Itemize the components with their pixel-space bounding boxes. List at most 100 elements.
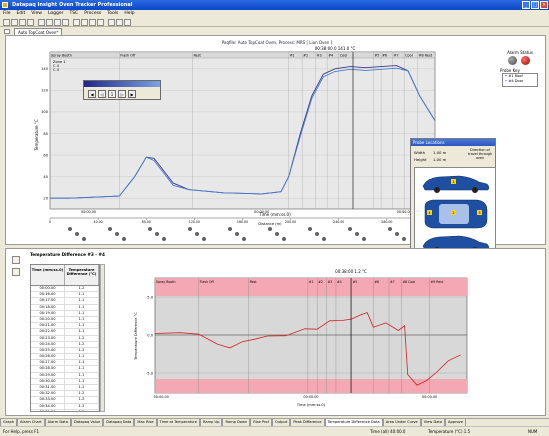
bottom-tab[interactable]: Area Under Curve xyxy=(382,419,421,426)
menu-edit[interactable]: Edit xyxy=(14,10,29,18)
alarm-light-grey xyxy=(508,56,517,65)
measure-icon[interactable] xyxy=(81,19,88,26)
probe-key-item[interactable]: ━ #4 Door xyxy=(505,79,537,84)
menu-tsc[interactable]: TSC xyxy=(66,10,81,18)
report-icon[interactable] xyxy=(89,19,96,26)
bottom-tab[interactable]: Approve xyxy=(445,419,467,426)
cell-diff: 1.2 xyxy=(65,397,99,403)
probe-icon[interactable] xyxy=(108,19,115,26)
logger-icon[interactable] xyxy=(46,19,53,26)
bottom-tab-bar: Graph Alarm Chart Alarm Data Datapaq Value D… xyxy=(0,418,549,426)
col-header-diff[interactable]: Temperature Difference (°C) xyxy=(65,265,99,285)
zone-label: Cool xyxy=(405,54,413,58)
zone-label: Cool xyxy=(340,54,348,58)
zone-label: Rest xyxy=(250,280,258,284)
cell-diff: 1.1 xyxy=(65,292,99,298)
open-icon[interactable] xyxy=(11,19,18,26)
cell-diff: 1.2 xyxy=(65,286,99,292)
distance-label: Distance (m) xyxy=(258,222,282,226)
bottom-tab[interactable]: Max Rise xyxy=(134,419,157,426)
menu-help[interactable]: Help xyxy=(121,10,137,18)
download-icon[interactable] xyxy=(38,19,45,26)
cell-diff: 1.2 xyxy=(65,391,99,397)
bottom-tab[interactable]: Peak Difference xyxy=(290,419,325,426)
bottom-tab[interactable]: Ramp Down xyxy=(222,419,251,426)
cell-time: 00:33.00 xyxy=(31,397,65,403)
navigation-toolbox: ◀ ◁ 1 ▷ ▶ xyxy=(83,80,161,100)
cell-diff: 1.2 xyxy=(65,385,99,391)
menu-process[interactable]: Process xyxy=(81,10,104,18)
next-button[interactable]: ▷ xyxy=(118,90,126,98)
probe-marker-dot xyxy=(362,237,366,241)
table-row[interactable]: 00:35.00 1.2 xyxy=(31,409,99,411)
chart-icon[interactable] xyxy=(54,19,61,26)
col-header-time[interactable]: Time (mm:ss.0) xyxy=(31,265,65,285)
x-tick-label: 00:00.00 xyxy=(422,395,437,399)
top-xlabel: Time (mm:ss.0) xyxy=(258,212,291,217)
settings-icon[interactable] xyxy=(97,19,104,26)
probe-marker-dot xyxy=(148,227,152,231)
bottom-tab[interactable]: Alarm Chart xyxy=(17,419,45,426)
distance-tick-label: 120.00 xyxy=(189,220,200,224)
cursor-icon[interactable] xyxy=(73,19,80,26)
lower-limit-band xyxy=(155,379,467,393)
table-copy-icon[interactable] xyxy=(12,256,20,264)
bottom-tab[interactable]: Temperature Difference Data xyxy=(324,419,383,426)
probe-marker-dot xyxy=(388,227,392,231)
bottom-tab[interactable]: Output xyxy=(271,419,291,426)
bottom-tab[interactable]: View Data xyxy=(420,419,446,426)
oven-icon[interactable] xyxy=(116,19,123,26)
top-cursor-readout: 00:38:00.0 141.0 °C xyxy=(315,46,356,51)
probe-marker-dot xyxy=(162,237,166,241)
bottom-tab[interactable]: Ramp Up xyxy=(200,419,223,426)
bottom-tab[interactable]: Alarm Data xyxy=(44,419,71,426)
last-button[interactable]: ▶ xyxy=(128,90,136,98)
print-icon[interactable] xyxy=(27,19,34,26)
zone-label: #7 xyxy=(390,280,395,284)
probe-marker-dot xyxy=(275,232,279,236)
cell-diff: 1.2 xyxy=(65,403,99,409)
zone-label: #7 xyxy=(394,54,399,58)
menu-file[interactable]: File xyxy=(0,10,14,18)
prev-button[interactable]: ◁ xyxy=(98,90,106,98)
bottom-tab[interactable]: Datapaq Data xyxy=(103,419,135,426)
menu-logger[interactable]: Logger xyxy=(45,10,67,18)
minimize-button[interactable]: _ xyxy=(522,1,530,9)
save-icon[interactable] xyxy=(19,19,26,26)
close-button[interactable]: × xyxy=(540,1,548,9)
probe-marker-dot xyxy=(315,232,319,236)
cell-diff: 1.1 xyxy=(65,372,99,378)
bottom-tab[interactable]: Graph xyxy=(0,419,18,426)
probe-marker-dot xyxy=(242,237,246,241)
cell-diff: 1.2 xyxy=(65,409,99,411)
distance-tick-label: 40.00 xyxy=(94,220,103,224)
zone-label: #2 xyxy=(318,280,323,284)
top-legend-c: C 4 xyxy=(53,68,60,72)
zone-label: #1 xyxy=(309,280,314,284)
probe-marker-dot xyxy=(395,232,399,236)
cell-time: 00:20.00 xyxy=(31,316,65,323)
bottom-tab[interactable]: Time at Temperature xyxy=(156,419,200,426)
probe-marker-dot xyxy=(122,237,126,241)
first-button[interactable]: ◀ xyxy=(88,90,96,98)
new-icon[interactable] xyxy=(3,19,10,26)
cell-diff: 1.1 xyxy=(65,354,99,360)
zoom-icon[interactable] xyxy=(62,19,69,26)
y-tick-label: 140 xyxy=(41,67,49,71)
bottom-tab[interactable]: Rise Prof xyxy=(250,419,272,426)
counter-field[interactable]: 1 xyxy=(108,90,116,98)
menu-tools[interactable]: Tools xyxy=(104,10,121,18)
cell-diff: 1.1 xyxy=(65,378,99,384)
help-icon[interactable] xyxy=(124,19,131,26)
bottom-tab[interactable]: Datapaq Value xyxy=(70,419,104,426)
cell-diff: 1.2 xyxy=(65,335,99,341)
probe-marker-dot xyxy=(155,232,159,236)
table-scrollbar[interactable] xyxy=(100,264,105,412)
maximize-button[interactable]: □ xyxy=(531,1,539,9)
cell-time: 00:25.00 xyxy=(31,347,65,354)
zone-label: #5 xyxy=(353,280,358,284)
zone-label: #8 Cool xyxy=(402,280,415,284)
probe-marker-label: 3 xyxy=(478,211,480,215)
table-print-icon[interactable] xyxy=(12,268,20,276)
menu-view[interactable]: View xyxy=(28,10,45,18)
